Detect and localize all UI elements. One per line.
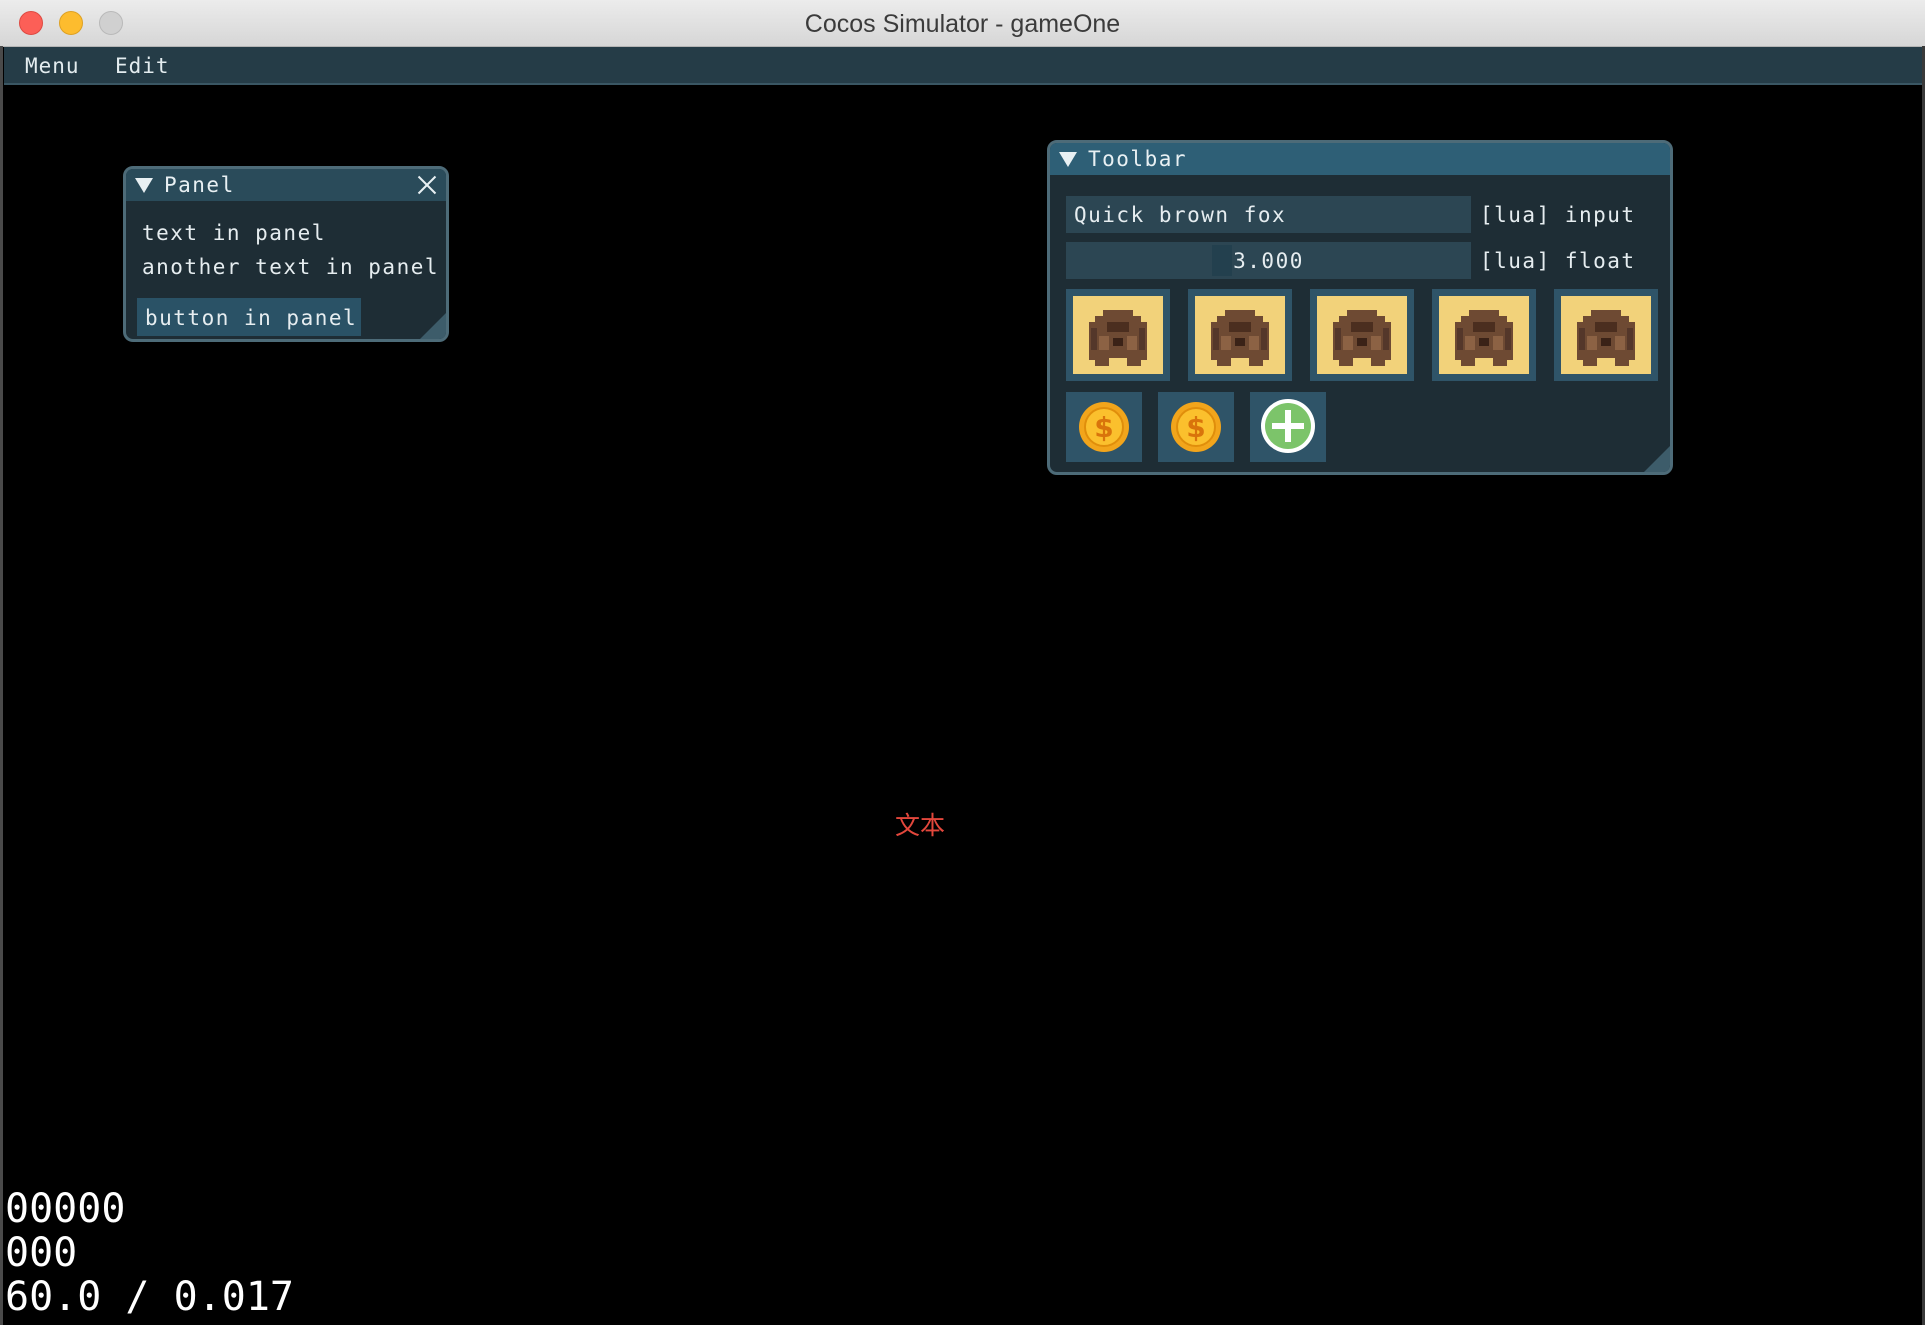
coin-icon: $ [1171, 402, 1221, 452]
svg-text:$: $ [1094, 411, 1113, 444]
backpack-image-button-4[interactable] [1432, 289, 1536, 381]
lua-input-label: [lua] input [1480, 203, 1636, 227]
coin-icon: $ [1079, 402, 1129, 452]
panel-title: Panel [164, 173, 235, 197]
button-in-panel-label: button in panel [145, 306, 358, 330]
panel-text-1: text in panel [142, 221, 326, 245]
stats-fps: 60.0 / 0.017 [5, 1274, 294, 1320]
stats-draw-calls: 00000 [5, 1186, 126, 1232]
resize-grip[interactable] [1644, 446, 1670, 472]
window-title: Cocos Simulator - gameOne [804, 10, 1121, 38]
lua-float-slider[interactable]: 3.000 [1066, 242, 1471, 279]
menu-item-menu[interactable]: Menu [25, 47, 80, 83]
backpack-icon [1561, 296, 1651, 374]
toolbar-title-bar[interactable]: Toolbar [1050, 143, 1670, 175]
backpack-image-button-1[interactable] [1066, 289, 1170, 381]
lua-float-label: [lua] float [1480, 249, 1636, 273]
title-bar[interactable]: Cocos Simulator - gameOne [0, 0, 1925, 47]
plus-icon [1261, 399, 1315, 453]
panel-text-2: another text in panel [142, 255, 440, 279]
coin-button-1[interactable]: $ [1066, 392, 1142, 462]
backpack-icon [1073, 296, 1163, 374]
stats-vertices: 000 [5, 1230, 78, 1276]
button-in-panel[interactable]: button in panel [137, 298, 361, 336]
add-button[interactable] [1250, 392, 1326, 462]
simulator-window: Cocos Simulator - gameOne Menu Edit Pane… [0, 0, 1925, 1325]
toolbar-window[interactable]: Toolbar Quick brown fox [lua] input 3.00… [1047, 140, 1673, 475]
resize-grip[interactable] [420, 313, 446, 339]
panel-title-bar[interactable]: Panel [126, 169, 446, 201]
backpack-image-button-2[interactable] [1188, 289, 1292, 381]
main-menu-bar: Menu Edit [4, 47, 1922, 85]
scene-text-label: 文本 [895, 811, 946, 840]
menu-item-edit[interactable]: Edit [115, 47, 170, 83]
lua-input-value: Quick brown fox [1074, 203, 1287, 227]
collapse-arrow-icon[interactable] [135, 178, 153, 193]
backpack-icon [1195, 296, 1285, 374]
collapse-arrow-icon[interactable] [1059, 152, 1077, 167]
backpack-image-button-5[interactable] [1554, 289, 1658, 381]
backpack-icon [1317, 296, 1407, 374]
lua-input-field[interactable]: Quick brown fox [1066, 196, 1471, 233]
window-left-edge [0, 46, 3, 1325]
panel-window[interactable]: Panel text in panel another text in pane… [123, 166, 449, 342]
coin-button-2[interactable]: $ [1158, 392, 1234, 462]
lua-float-value: 3.000 [1233, 249, 1304, 273]
backpack-icon [1439, 296, 1529, 374]
toolbar-title: Toolbar [1088, 147, 1188, 171]
backpack-image-button-3[interactable] [1310, 289, 1414, 381]
close-icon[interactable] [414, 172, 440, 198]
svg-text:$: $ [1186, 411, 1205, 444]
